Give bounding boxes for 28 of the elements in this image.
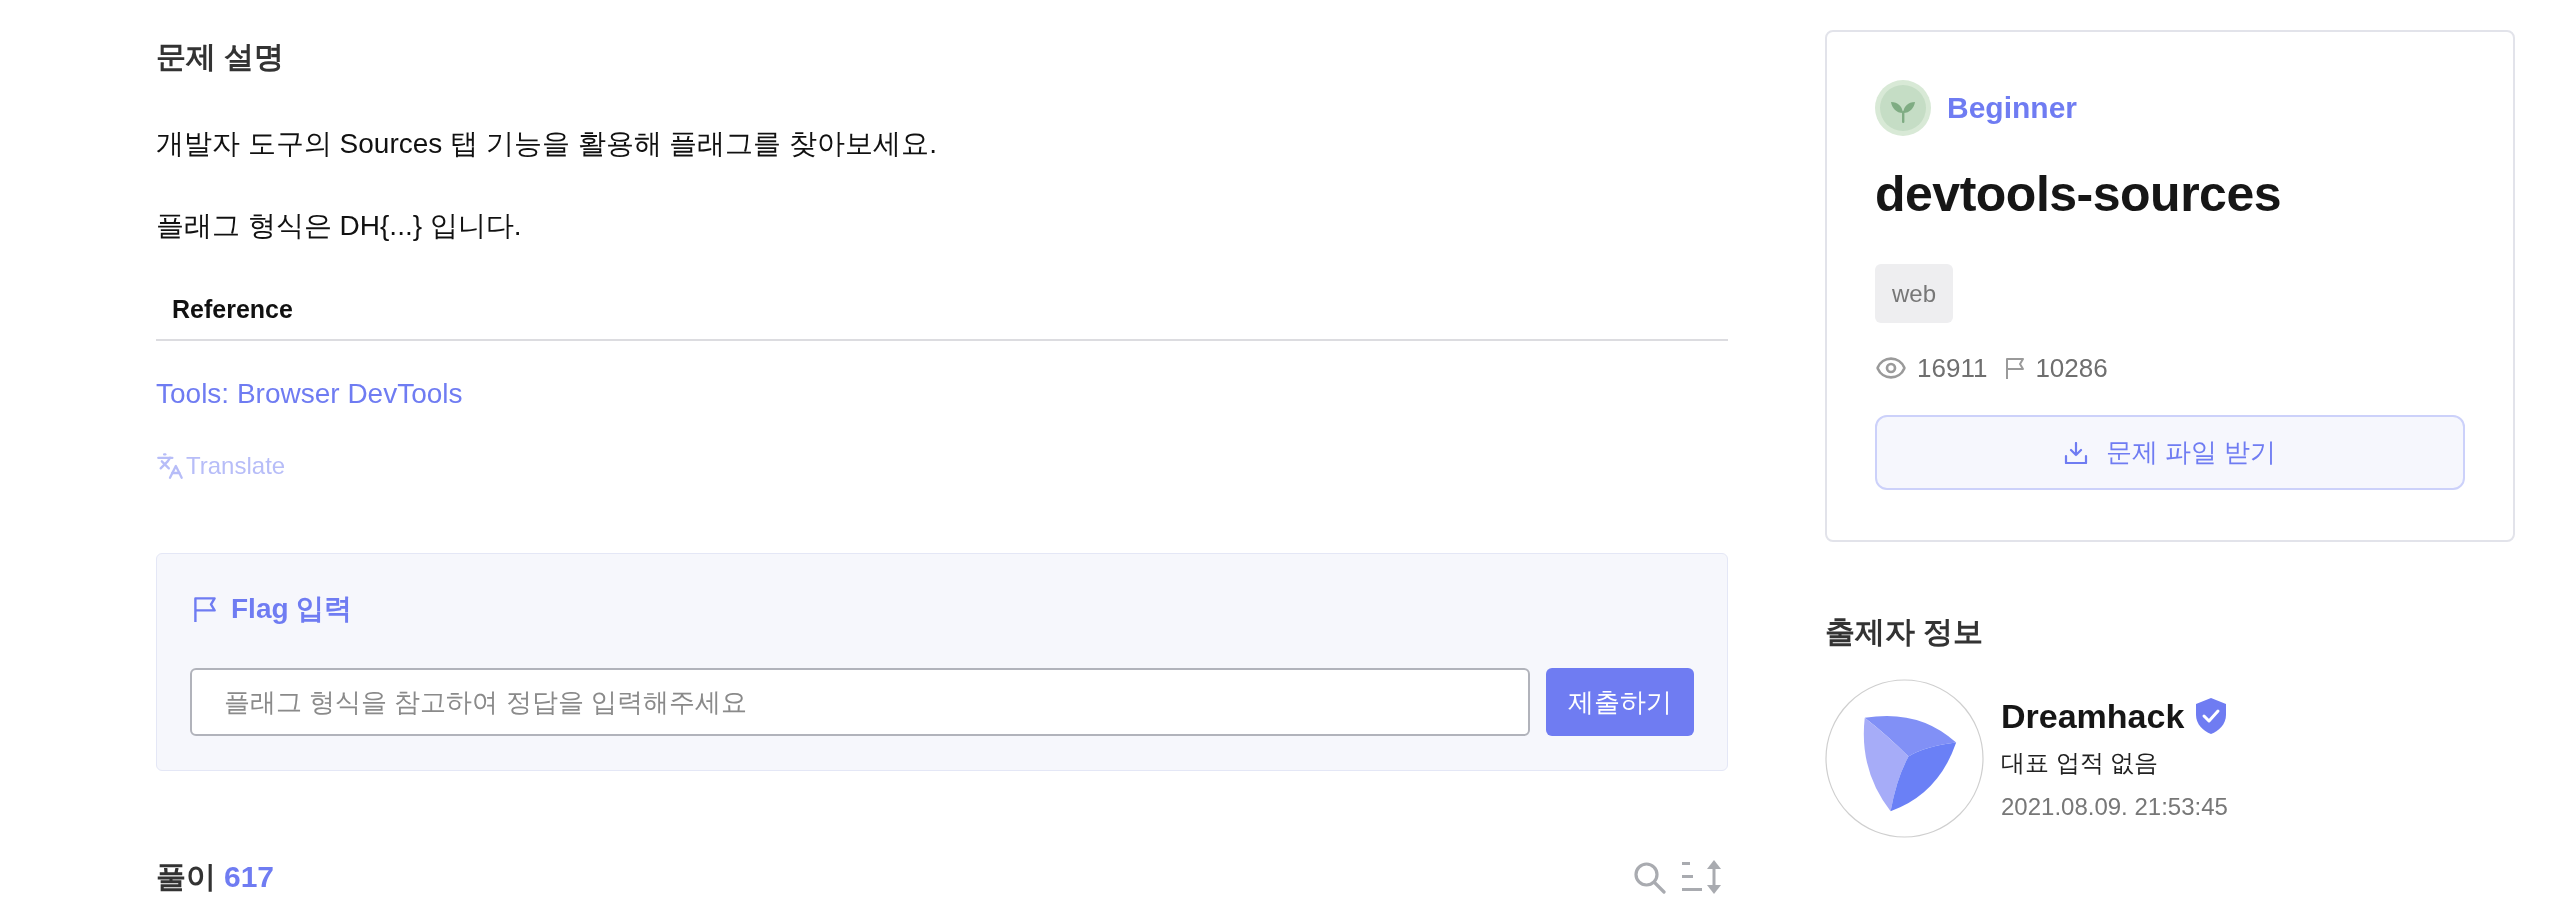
- sprout-icon: [1875, 80, 1931, 136]
- date-text: 2021.08.09. 21:53:45: [2001, 792, 2228, 822]
- level-label: Beginner: [1947, 90, 2078, 126]
- solutions-count: 617: [224, 859, 275, 895]
- section-heading: 출제자 정보: [1825, 614, 1984, 650]
- section-heading: 문제 설명: [156, 39, 285, 75]
- solve-count: 10286: [2035, 352, 2108, 385]
- download-button[interactable]: 문제 파일 받기: [1875, 415, 2465, 490]
- flag-icon: [193, 595, 217, 623]
- solutions-label: 풀이: [156, 859, 216, 895]
- sort-icon[interactable]: [1682, 859, 1722, 895]
- reference-heading: Reference: [171, 294, 294, 325]
- description-text: 플래그 형식은 DH{...} 입니다.: [156, 209, 522, 243]
- download-icon: [2063, 441, 2088, 464]
- logo-icon: [1825, 679, 1984, 838]
- author-name[interactable]: Dreamhack: [2001, 694, 2185, 738]
- submit-button[interactable]: 제출하기: [1546, 668, 1694, 736]
- category-tag: web: [1875, 264, 1954, 323]
- challenge-title: devtools-sources: [1875, 165, 2281, 224]
- flag-input-field[interactable]: 플래그 형식을 참고하여 정답을 입력해주세요: [190, 668, 1530, 736]
- flag-icon: [2005, 357, 2026, 379]
- description-text: 개발자 도구의 Sources 탭 기능을 활용해 플래그를 찾아보세요.: [156, 127, 937, 161]
- search-icon[interactable]: [1633, 860, 1666, 894]
- reference-link[interactable]: Tools: Browser DevTools: [156, 374, 463, 414]
- view-count: 16911: [1917, 352, 1988, 385]
- flag-input-title: Flag 입력: [231, 592, 353, 626]
- translate-icon: [156, 452, 184, 480]
- achievement-text: 대표 업적 없음: [2001, 748, 2159, 778]
